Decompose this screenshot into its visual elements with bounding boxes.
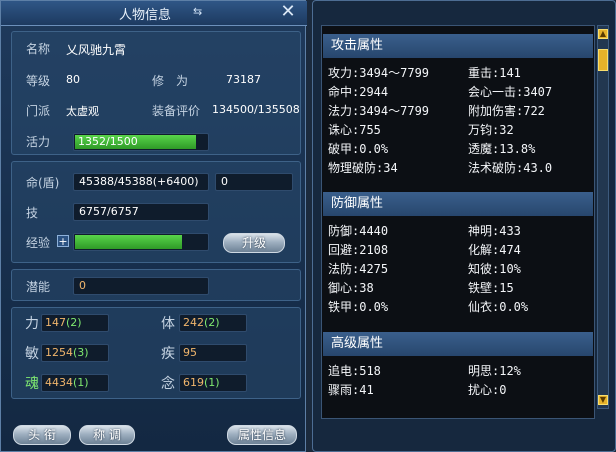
panel-title: 人物信息 (119, 8, 172, 23)
stat-value-str: 147(2) (41, 314, 109, 332)
vitality-value: 1352/1500 (78, 135, 138, 148)
swap-icon[interactable]: ⇆ (193, 5, 202, 18)
scroll-thumb[interactable] (598, 49, 608, 71)
cultivation-value: 73187 (226, 73, 261, 86)
exp-label: 经验 (26, 236, 51, 250)
stat-value-con: 242(2) (179, 314, 247, 332)
attack-attr: 破甲:0.0% (328, 142, 389, 156)
defense-attr: 法防:4275 (328, 262, 389, 276)
advanced-attr: 明思:12% (468, 364, 521, 378)
title-button[interactable]: 头 衔 (13, 425, 71, 445)
attribute-info-button[interactable]: 属性信息 (227, 425, 297, 445)
attribute-list: 攻击属性 攻力:3494～7799 重击:141 命中:2944 会心一击:34… (321, 25, 595, 419)
stat-value-mind: 619(1) (179, 374, 247, 392)
stat-label-agi: 敏 (25, 346, 39, 362)
vitality-bar: 1352/1500 (73, 133, 209, 151)
stat-value-agi: 1254(3) (41, 344, 109, 362)
attack-attr: 重击:141 (468, 66, 521, 80)
exp-bar-fill (75, 235, 183, 249)
stat-label-speed: 疾 (161, 346, 175, 362)
defense-attr: 知彼:10% (468, 262, 521, 276)
defense-attr: 铁甲:0.0% (328, 300, 389, 314)
stat-label-str: 力 (25, 316, 39, 332)
skill-label: 技 (26, 206, 39, 220)
defense-attr: 御心:38 (328, 281, 374, 295)
defense-attr: 防御:4440 (328, 224, 389, 238)
level-label: 等级 (26, 74, 51, 88)
advanced-attr: 骤雨:41 (328, 383, 374, 397)
defense-attr: 神明:433 (468, 224, 521, 238)
character-info-panel: 人物信息 ⇆ ✕ 名称 乂风驰九霄 等级 80 修 为 73187 门派 太虚观… (0, 0, 307, 452)
name-label: 名称 (26, 42, 51, 56)
attack-attr: 命中:2944 (328, 85, 389, 99)
advanced-attr: 追电:518 (328, 364, 381, 378)
scroll-up-icon[interactable]: ▲ (598, 29, 608, 39)
advanced-attr: 扰心:0 (468, 383, 507, 397)
defense-header: 防御属性 (323, 192, 593, 216)
close-icon[interactable]: ✕ (278, 2, 298, 22)
appellation-button[interactable]: 称 调 (79, 425, 135, 445)
defense-attr: 回避:2108 (328, 243, 389, 257)
exp-plus-button[interactable]: + (57, 235, 69, 247)
attack-attr: 物理破防:34 (328, 161, 398, 175)
scrollbar[interactable] (597, 25, 609, 409)
attack-header: 攻击属性 (323, 34, 593, 58)
potential-label: 潜能 (26, 280, 51, 294)
title-bar[interactable]: 人物信息 ⇆ ✕ (1, 1, 307, 26)
defense-attr: 仙衣:0.0% (468, 300, 529, 314)
attack-attr: 法术破防:43.0 (468, 161, 553, 175)
gear-score-label: 装备评价 (152, 104, 201, 118)
potential-value: 0 (73, 277, 209, 295)
sect-value: 太虚观 (66, 105, 99, 118)
attack-attr: 附加伤害:722 (468, 104, 545, 118)
stat-label-mind: 念 (161, 376, 175, 392)
defense-attr: 铁壁:15 (468, 281, 514, 295)
defense-attr: 化解:474 (468, 243, 521, 257)
skill-value: 6757/6757 (73, 203, 209, 221)
attack-attr: 万钧:32 (468, 123, 514, 137)
exp-bar (73, 233, 209, 251)
stat-value-soul: 4434(1) (41, 374, 109, 392)
attack-attr: 透魔:13.8% (468, 142, 536, 156)
shield-value: 0 (215, 173, 293, 191)
attack-attr: 攻力:3494～7799 (328, 66, 430, 80)
sect-label: 门派 (26, 104, 51, 118)
name-value: 乂风驰九霄 (66, 43, 127, 57)
stat-label-soul: 魂 (25, 376, 39, 392)
cultivation-label: 修 为 (152, 74, 189, 88)
vitality-label: 活力 (26, 135, 51, 149)
attack-attr: 法力:3494～7799 (328, 104, 430, 118)
attack-attr: 诛心:755 (328, 123, 381, 137)
level-value: 80 (66, 73, 80, 86)
gear-score-value: 134500/135508 (212, 103, 300, 116)
attack-attr: 会心一击:3407 (468, 85, 553, 99)
attribute-panel: 攻击属性 攻力:3494～7799 重击:141 命中:2944 会心一击:34… (312, 0, 616, 452)
hp-value: 45388/45388(+6400) (73, 173, 209, 191)
advanced-header: 高级属性 (323, 332, 593, 356)
upgrade-button[interactable]: 升级 (223, 233, 285, 253)
stat-label-con: 体 (161, 316, 175, 332)
scroll-down-icon[interactable]: ▼ (598, 395, 608, 405)
hp-label: 命(盾) (26, 176, 60, 190)
stat-value-speed: 95 (179, 344, 247, 362)
